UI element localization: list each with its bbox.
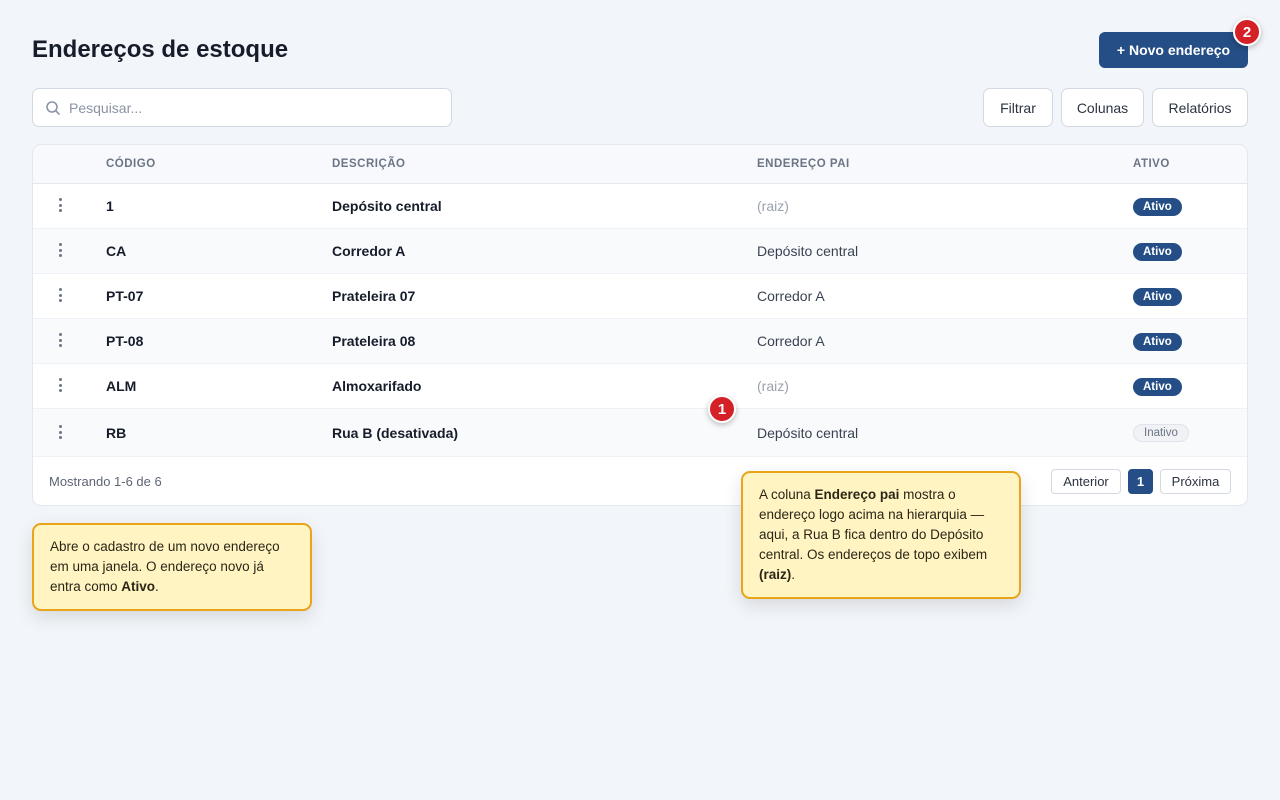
row-description: Prateleira 08 xyxy=(332,333,416,349)
page-title: Endereços de estoque xyxy=(32,36,289,63)
row-menu-icon[interactable] xyxy=(53,241,67,259)
table-row[interactable]: PT-07 Prateleira 07 Corredor A Ativo xyxy=(33,274,1247,319)
status-badge: Ativo xyxy=(1133,378,1182,396)
tooltip-emphasis: Ativo xyxy=(121,579,156,594)
status-badge: Ativo xyxy=(1133,333,1182,351)
row-description: Prateleira 07 xyxy=(332,288,416,304)
search-box[interactable] xyxy=(32,88,452,127)
row-menu-icon[interactable] xyxy=(53,331,67,349)
step-marker-2: 2 xyxy=(1233,18,1261,46)
step-marker-1: 1 xyxy=(708,395,736,423)
tooltip-text: . xyxy=(155,579,159,594)
status-badge: Ativo xyxy=(1133,198,1182,216)
row-code: RB xyxy=(106,425,127,441)
status-badge: Inativo xyxy=(1133,424,1189,442)
row-code: PT-08 xyxy=(106,333,144,349)
tooltip-text: A coluna xyxy=(759,487,815,502)
row-description: Depósito central xyxy=(332,198,442,214)
previous-page-button[interactable]: Anterior xyxy=(1051,469,1121,494)
reports-button[interactable]: Relatórios xyxy=(1152,88,1248,127)
tooltip-text: . xyxy=(791,567,796,582)
new-address-tooltip: Abre o cadastro de um novo endereço em u… xyxy=(32,523,312,611)
search-icon xyxy=(46,100,60,115)
row-parent: Corredor A xyxy=(757,333,825,349)
pagination-summary: Mostrando 1-6 de 6 xyxy=(49,474,162,489)
tooltip-emphasis: Endereço pai xyxy=(814,487,900,502)
row-code: ALM xyxy=(106,378,137,394)
tooltip-emphasis: (raiz) xyxy=(759,567,792,582)
columns-button[interactable]: Colunas xyxy=(1061,88,1144,127)
row-menu-icon[interactable] xyxy=(53,423,67,441)
next-page-button[interactable]: Próxima xyxy=(1160,469,1231,494)
column-header-active[interactable]: ATIVO xyxy=(1133,158,1170,170)
table-row[interactable]: ALM Almoxarifado (raiz) Ativo xyxy=(33,364,1247,409)
row-parent: (raiz) xyxy=(757,378,789,394)
row-description: Almoxarifado xyxy=(332,378,422,394)
row-parent: Depósito central xyxy=(757,243,859,259)
table-row[interactable]: PT-08 Prateleira 08 Corredor A Ativo xyxy=(33,319,1247,364)
row-parent: (raiz) xyxy=(757,198,789,214)
table-row[interactable]: 1 Depósito central (raiz) Ativo xyxy=(33,184,1247,229)
status-badge: Ativo xyxy=(1133,243,1182,261)
search-input[interactable] xyxy=(69,99,429,116)
table-row[interactable]: CA Corredor A Depósito central Ativo xyxy=(33,229,1247,274)
row-menu-icon[interactable] xyxy=(53,286,67,304)
row-menu-icon[interactable] xyxy=(53,376,67,394)
status-badge: Ativo xyxy=(1133,288,1182,306)
row-code: 1 xyxy=(106,198,114,214)
column-header-code[interactable]: CÓDIGO xyxy=(106,158,156,170)
tooltip-text: Abre o cadastro de um novo endereço em u… xyxy=(50,539,280,594)
parent-column-tooltip: A coluna Endereço pai mostra o endereço … xyxy=(741,471,1021,599)
column-header-description[interactable]: DESCRIÇÃO xyxy=(332,158,406,170)
addresses-table: CÓDIGO DESCRIÇÃO ENDEREÇO PAI ATIVO 1 De… xyxy=(32,144,1248,506)
column-header-parent[interactable]: ENDEREÇO PAI xyxy=(757,158,850,170)
table-row[interactable]: RB Rua B (desativada) Depósito central I… xyxy=(33,409,1247,457)
row-code: PT-07 xyxy=(106,288,144,304)
table-footer: Mostrando 1-6 de 6 Anterior 1 Próxima xyxy=(33,457,1247,505)
row-code: CA xyxy=(106,243,127,259)
new-address-button[interactable]: + Novo endereço xyxy=(1099,32,1248,68)
filter-button[interactable]: Filtrar xyxy=(983,88,1053,127)
row-parent: Depósito central xyxy=(757,425,859,441)
row-description: Rua B (desativada) xyxy=(332,425,459,441)
row-parent: Corredor A xyxy=(757,288,825,304)
table-header: CÓDIGO DESCRIÇÃO ENDEREÇO PAI ATIVO xyxy=(33,145,1247,184)
current-page-indicator[interactable]: 1 xyxy=(1128,469,1153,494)
row-menu-icon[interactable] xyxy=(53,196,67,214)
row-description: Corredor A xyxy=(332,243,406,259)
